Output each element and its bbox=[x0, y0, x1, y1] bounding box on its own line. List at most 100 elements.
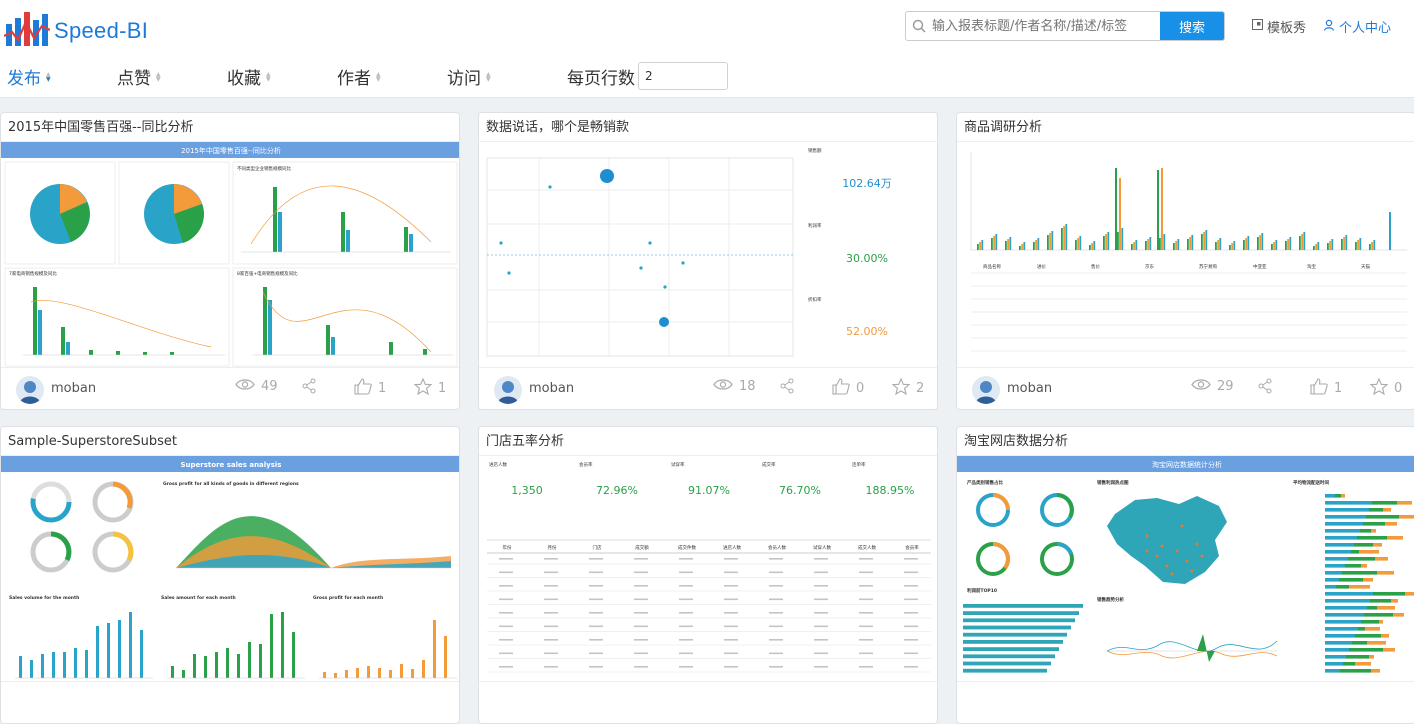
report-thumbnail[interactable]: 2015年中国零售百强--同比分析 不同类型企业销售规模同比 7家电商销售规模及… bbox=[1, 141, 459, 368]
favorite-button[interactable]: 1 bbox=[413, 377, 446, 399]
avatar[interactable] bbox=[494, 376, 522, 404]
profile-link[interactable]: 个人中心 bbox=[1323, 17, 1391, 36]
author-name[interactable]: moban bbox=[51, 381, 96, 396]
bar bbox=[204, 656, 207, 678]
kpi-label: 成交率 bbox=[762, 461, 776, 468]
bar bbox=[1007, 239, 1009, 250]
eye-icon bbox=[713, 378, 733, 395]
sort-caret-icon: ▲ ▼ bbox=[46, 70, 51, 83]
card-title[interactable]: 商品调研分析 bbox=[957, 113, 1414, 141]
card-title[interactable]: 淘宝网店数据分析 bbox=[957, 427, 1414, 455]
table-header: 售价 bbox=[1091, 263, 1100, 270]
sort-visits[interactable]: 访问 ▲ ▼ bbox=[447, 64, 491, 89]
sort-caret-icon: ▲ ▼ bbox=[486, 70, 491, 83]
report-card[interactable]: 数据说话，哪个是畅销款 销售额 102.64万 利润率 30.00% 折扣率 5… bbox=[478, 112, 938, 410]
bar bbox=[1367, 606, 1377, 610]
profile-label: 个人中心 bbox=[1339, 21, 1392, 36]
report-card[interactable]: 淘宝网店数据分析 淘宝网店数据统计分析 产品类别销售占比 利润前TOP10 销售… bbox=[956, 426, 1414, 724]
templates-link[interactable]: 模板秀 bbox=[1252, 17, 1306, 36]
bar bbox=[1399, 515, 1414, 519]
bar bbox=[1035, 240, 1037, 250]
share-icon bbox=[301, 378, 317, 398]
bar bbox=[1325, 543, 1354, 547]
rows-per-page-input[interactable] bbox=[638, 62, 728, 90]
table-cell-mark bbox=[679, 558, 693, 560]
map-dot bbox=[1175, 549, 1179, 553]
bar bbox=[1391, 599, 1398, 603]
bar bbox=[1325, 585, 1336, 589]
bar bbox=[1325, 494, 1335, 498]
bar bbox=[1325, 501, 1372, 505]
table-cell-mark bbox=[814, 652, 828, 655]
table-header: 成交人数 bbox=[858, 544, 876, 551]
star-icon bbox=[413, 377, 433, 399]
bar bbox=[1047, 235, 1049, 250]
table-cell-mark bbox=[859, 558, 873, 560]
bar bbox=[323, 672, 326, 678]
share-button[interactable] bbox=[779, 378, 795, 398]
sort-caret-icon: ▲ ▼ bbox=[266, 70, 271, 83]
map-dot bbox=[1185, 559, 1189, 563]
bar bbox=[1325, 599, 1370, 603]
avatar[interactable] bbox=[16, 376, 44, 404]
report-thumbnail[interactable]: 商品名称 进价 售价 京东 苏宁易购 中亚亚 淘宝 天猫 bbox=[957, 141, 1414, 368]
favorite-button[interactable]: 2 bbox=[891, 377, 924, 399]
favorite-button[interactable]: 0 bbox=[1369, 377, 1402, 399]
likes-count: 1 bbox=[378, 381, 387, 396]
thumb-chart-title: Gross profit for each month bbox=[313, 595, 383, 601]
share-button[interactable] bbox=[301, 378, 317, 398]
report-card[interactable]: 商品调研分析 商品名称 进价 售价 京东 苏宁易购 中亚亚 淘宝 天猫 moban 29 bbox=[956, 112, 1414, 410]
share-button[interactable] bbox=[1257, 378, 1273, 398]
table-cell-mark bbox=[679, 612, 693, 614]
table-cell-mark bbox=[544, 652, 558, 655]
search-button[interactable]: 搜索 bbox=[1160, 12, 1224, 40]
report-thumbnail[interactable]: 淘宝网店数据统计分析 产品类别销售占比 利润前TOP10 销售利润热点图 销售趋… bbox=[957, 455, 1414, 682]
bar bbox=[1285, 241, 1287, 250]
report-card[interactable]: 门店五率分析 进店人数 1,350 会员率 72.96% 试穿率 91.07% … bbox=[478, 426, 938, 724]
bar bbox=[1355, 634, 1381, 638]
report-thumbnail[interactable]: 进店人数 1,350 会员率 72.96% 试穿率 91.07% 成交率 76.… bbox=[479, 455, 937, 682]
avatar[interactable] bbox=[972, 376, 1000, 404]
card-title[interactable]: 2015年中国零售百强--同比分析 bbox=[1, 113, 459, 141]
author-name[interactable]: moban bbox=[529, 381, 574, 396]
bar bbox=[1105, 234, 1107, 250]
logo[interactable]: Speed-BI bbox=[3, 10, 148, 48]
sort-publish[interactable]: 发布 ▲ ▼ bbox=[7, 64, 51, 89]
thumb-chart-title: 不同类型企业销售规模同比 bbox=[237, 165, 291, 172]
bar bbox=[85, 650, 88, 678]
bar bbox=[979, 242, 981, 250]
table-header: 京东 bbox=[1145, 263, 1154, 270]
table-header: 会员人数 bbox=[768, 544, 786, 551]
bar bbox=[1363, 522, 1385, 526]
like-button[interactable]: 0 bbox=[832, 378, 864, 399]
like-button[interactable]: 1 bbox=[1310, 378, 1342, 399]
sort-likes[interactable]: 点赞 ▲ ▼ bbox=[117, 64, 161, 89]
bar bbox=[1341, 494, 1345, 498]
bar bbox=[193, 654, 196, 678]
card-title[interactable]: Sample-SuperstoreSubset bbox=[1, 427, 459, 455]
search-input[interactable] bbox=[932, 12, 1160, 40]
bar bbox=[1325, 508, 1369, 512]
sort-favorites[interactable]: 收藏 ▲ ▼ bbox=[227, 64, 271, 89]
author-name[interactable]: moban bbox=[1007, 381, 1052, 396]
like-button[interactable]: 1 bbox=[354, 378, 386, 399]
report-thumbnail[interactable]: 销售额 102.64万 利润率 30.00% 折扣率 52.00% bbox=[479, 141, 937, 368]
table-header: 会员率 bbox=[905, 544, 919, 551]
table-cell-mark bbox=[724, 558, 738, 560]
bar bbox=[963, 604, 1083, 608]
bar bbox=[1325, 522, 1363, 526]
bar bbox=[1261, 233, 1264, 250]
bar bbox=[1159, 238, 1161, 250]
report-card[interactable]: Sample-SuperstoreSubset Superstore sales… bbox=[0, 426, 460, 724]
card-title[interactable]: 门店五率分析 bbox=[479, 427, 937, 455]
star-icon bbox=[1369, 377, 1389, 399]
card-title[interactable]: 数据说话，哪个是畅销款 bbox=[479, 113, 937, 141]
sort-author[interactable]: 作者 ▲ ▼ bbox=[337, 64, 381, 89]
report-card[interactable]: 2015年中国零售百强--同比分析 2015年中国零售百强--同比分析 不同类型… bbox=[0, 112, 460, 410]
table-cell-mark bbox=[634, 625, 648, 628]
report-thumbnail[interactable]: Superstore sales analysis Gross profit f… bbox=[1, 455, 459, 682]
bar bbox=[1371, 669, 1380, 673]
kpi-value: 52.00% bbox=[846, 325, 888, 338]
table-cell-mark bbox=[724, 598, 738, 601]
card-footer: moban 29 1 0 bbox=[957, 369, 1414, 409]
